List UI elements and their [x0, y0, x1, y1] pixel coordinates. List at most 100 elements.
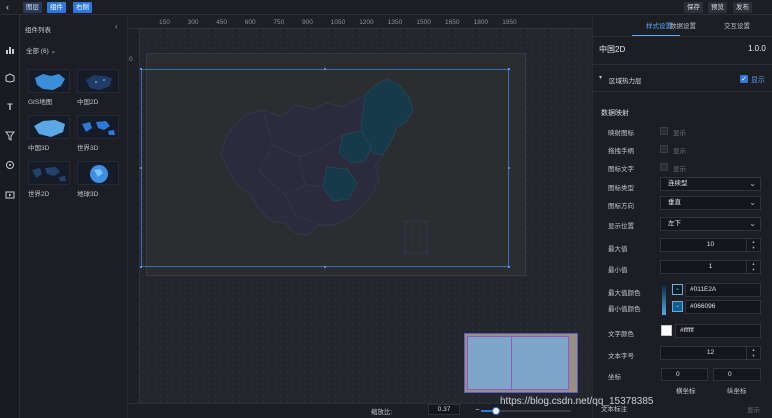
tab-interaction-settings[interactable]: 交互设置: [724, 20, 750, 30]
stepper-arrows-icon[interactable]: ▲ ▼: [746, 347, 760, 359]
back-button[interactable]: ‹: [6, 2, 18, 13]
map-thumbnail-icon: [32, 167, 66, 181]
component-label: GIS地图: [28, 99, 53, 106]
layers-button[interactable]: 图层: [23, 2, 42, 13]
component-label: 地球3D: [77, 191, 99, 198]
min-color-input[interactable]: #066096: [685, 300, 761, 314]
media-icon[interactable]: [5, 160, 15, 170]
max-color-input[interactable]: #011E2A: [685, 283, 761, 297]
legend-text-checkbox[interactable]: [660, 163, 668, 171]
chevron-down-icon: ⌄: [749, 219, 756, 228]
max-color-swatch[interactable]: ⌄: [672, 284, 683, 295]
drag-handle-checkbox[interactable]: [660, 145, 668, 153]
minimap-viewport[interactable]: [467, 336, 569, 390]
watermark: https://blog.csdn.net/qq_15378385: [500, 396, 654, 407]
legend-icon-show: 显示: [673, 130, 686, 137]
map-thumbnail-icon: [34, 120, 65, 137]
right-panel-button[interactable]: 右侧: [73, 2, 92, 13]
tab-style-settings[interactable]: 样式设置: [646, 20, 672, 30]
resize-handle[interactable]: [140, 266, 142, 268]
resize-handle[interactable]: [508, 167, 510, 169]
legend-type-select[interactable]: 连续型 ⌄: [660, 177, 761, 191]
legend-direction-select[interactable]: 垂直 ⌄: [660, 196, 761, 210]
resize-handle[interactable]: [324, 68, 326, 70]
input-value: 1: [708, 263, 713, 270]
component-china-3d[interactable]: [28, 115, 70, 139]
text-color-label: 文字颜色: [608, 331, 634, 338]
component-china-2d[interactable]: [77, 69, 119, 93]
ruler-tick: 900: [302, 19, 313, 26]
zoom-out-button[interactable]: −: [475, 405, 480, 414]
ruler-tick: 1050: [330, 19, 346, 26]
input-value: 10: [706, 241, 715, 248]
resize-handle[interactable]: [508, 68, 510, 70]
component-panel: 组件列表 ‹ 全部 (6) ⌄ GIS地图 中国2D 中国3D 世界3D 世界2…: [20, 15, 128, 418]
tab-data-settings[interactable]: 数据设置: [670, 20, 696, 30]
ruler-tick: 1500: [416, 19, 431, 26]
y-coordinate-input[interactable]: 0: [713, 368, 761, 381]
map-thumbnail-icon: [35, 74, 65, 90]
video-icon[interactable]: [5, 190, 15, 200]
preview-button[interactable]: 预览: [708, 2, 727, 13]
legend-icon-label: 映射图标: [608, 130, 634, 137]
filter-icon[interactable]: [5, 131, 15, 141]
components-button[interactable]: 组件: [47, 2, 66, 13]
ruler-tick: 1950: [502, 19, 517, 26]
component-world-2d[interactable]: [28, 161, 70, 185]
stepper-arrows-icon[interactable]: ▲ ▼: [746, 239, 760, 251]
ruler-tick: 300: [187, 19, 199, 26]
resize-handle[interactable]: [140, 167, 142, 169]
divider: [592, 91, 772, 92]
component-world-3d[interactable]: [77, 115, 119, 139]
x-coordinate-input[interactable]: 0: [661, 368, 708, 381]
collapse-panel-button[interactable]: ‹: [115, 22, 118, 31]
legend-text-label: 图标文字: [608, 166, 634, 173]
y-coordinate-caption: 纵坐标: [727, 388, 747, 395]
chevron-left-icon: ‹: [6, 2, 9, 12]
max-value-label: 最大值: [608, 246, 628, 253]
legend-text-show: 显示: [673, 166, 686, 173]
selection-box[interactable]: [141, 69, 509, 267]
max-color-label: 最大值颜色: [608, 290, 641, 297]
min-value-input[interactable]: 1 ▲ ▼: [660, 260, 761, 274]
ruler-tick: 1650: [445, 19, 460, 26]
zoom-value-input[interactable]: 0.37: [428, 404, 460, 415]
position-select[interactable]: 左下 ⌄: [660, 217, 761, 231]
chevron-down-icon: ⌄: [749, 198, 756, 207]
min-color-swatch[interactable]: ⌄: [672, 301, 683, 312]
map-cube-icon[interactable]: [5, 73, 15, 83]
component-label: 世界2D: [28, 191, 50, 198]
font-size-input[interactable]: 12 ▲ ▼: [660, 346, 761, 360]
x-coordinate-caption: 横坐标: [676, 388, 696, 395]
input-value: 12: [706, 349, 715, 356]
legend-direction-label: 图标方向: [608, 203, 634, 210]
text-color-input[interactable]: #ffffff: [675, 324, 761, 338]
ruler-tick: 0: [129, 56, 133, 63]
save-button[interactable]: 保存: [684, 2, 703, 13]
chart-icon[interactable]: [5, 45, 15, 55]
show-checkbox[interactable]: ✓: [740, 75, 748, 83]
stepper-arrows-icon[interactable]: ▲ ▼: [746, 261, 760, 273]
check-icon: ✓: [741, 76, 747, 83]
resize-handle[interactable]: [324, 266, 326, 268]
text-note-show: 显示: [747, 407, 760, 414]
minimap-divider: [511, 337, 512, 389]
zoom-slider-handle[interactable]: [492, 407, 500, 415]
min-color-label: 最小值颜色: [608, 306, 641, 313]
text-color-swatch[interactable]: [661, 325, 672, 336]
min-value-label: 最小值: [608, 267, 628, 274]
component-globe-3d[interactable]: [77, 161, 119, 185]
publish-button[interactable]: 发布: [733, 2, 752, 13]
resize-handle[interactable]: [508, 266, 510, 268]
text-icon[interactable]: T: [5, 102, 15, 112]
caret-down-icon[interactable]: ▾: [599, 74, 602, 81]
max-value-input[interactable]: 10 ▲ ▼: [660, 238, 761, 252]
component-gis-map[interactable]: [28, 69, 70, 93]
drag-handle-label: 拖拽手柄: [608, 148, 634, 155]
ruler-tick: 750: [273, 19, 285, 26]
font-size-label: 文本字号: [608, 353, 634, 360]
resize-handle[interactable]: [140, 68, 142, 70]
category-filter[interactable]: 全部 (6) ⌄: [26, 45, 56, 55]
select-value: 垂直: [668, 199, 681, 206]
legend-icon-checkbox[interactable]: [660, 127, 668, 135]
